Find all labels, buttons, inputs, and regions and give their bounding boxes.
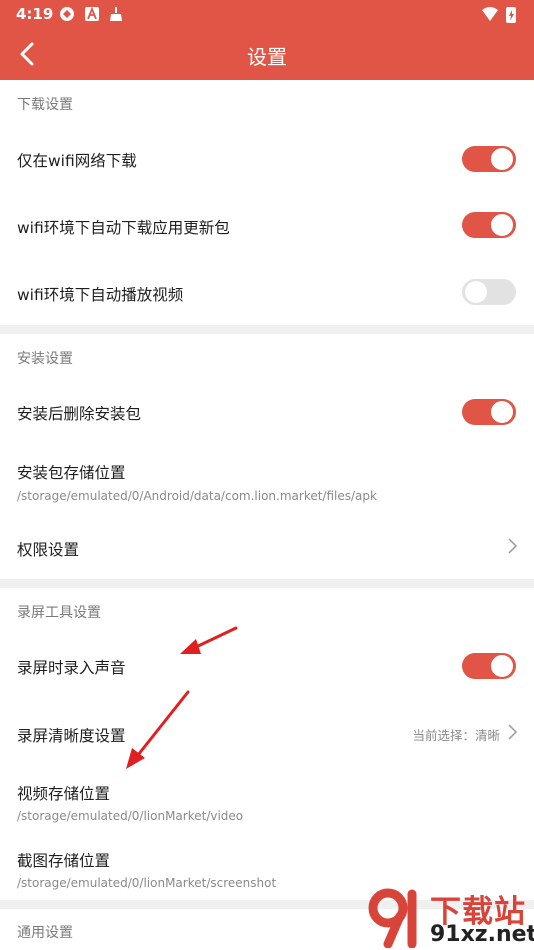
site-watermark: 下载站 91xz.net xyxy=(360,884,534,950)
toggle-switch[interactable] xyxy=(462,399,516,425)
current-selection-value: 当前选择：清晰 xyxy=(412,728,500,743)
chevron-right-icon xyxy=(508,724,518,740)
toggle-switch[interactable] xyxy=(462,212,516,238)
app-a-icon xyxy=(85,6,99,21)
section-header-record: 录屏工具设置 xyxy=(0,588,534,634)
section-header-download: 下载设置 xyxy=(0,80,534,126)
storage-path: /storage/emulated/0/lionMarket/screensho… xyxy=(17,876,277,890)
section-title: 安装设置 xyxy=(17,351,73,367)
setting-label: 录屏清晰度设置 xyxy=(17,727,126,745)
app-bar: 设置 xyxy=(0,30,534,80)
setting-auto-update-download[interactable]: wifi环境下自动下载应用更新包 xyxy=(0,192,534,258)
toggle-switch[interactable] xyxy=(462,279,516,305)
page-title: 设置 xyxy=(247,45,287,69)
section-divider xyxy=(0,325,534,334)
setting-label: wifi环境下自动下载应用更新包 xyxy=(17,219,230,237)
status-bar: 4:19 xyxy=(0,0,534,30)
wifi-battery-icon xyxy=(482,7,516,23)
setting-record-audio[interactable]: 录屏时录入声音 xyxy=(0,634,534,698)
setting-label: 安装后删除安装包 xyxy=(17,405,142,423)
storage-path: /storage/emulated/0/lionMarket/video xyxy=(17,809,244,823)
setting-label: 视频存储位置 xyxy=(17,785,111,803)
setting-label: 安装包存储位置 xyxy=(17,464,126,482)
setting-record-quality[interactable]: 录屏清晰度设置 当前选择：清晰 xyxy=(0,700,534,766)
setting-label: 截图存储位置 xyxy=(17,852,111,870)
toggle-switch[interactable] xyxy=(462,146,516,172)
section-title: 通用设置 xyxy=(17,925,73,941)
section-header-install: 安装设置 xyxy=(0,334,534,380)
setting-label: 录屏时录入声音 xyxy=(17,659,126,677)
section-title: 录屏工具设置 xyxy=(17,605,101,621)
watermark-logo-icon xyxy=(368,888,417,948)
setting-permissions[interactable]: 权限设置 xyxy=(0,518,534,578)
setting-delete-after-install[interactable]: 安装后删除安装包 xyxy=(0,380,534,444)
setting-label: 权限设置 xyxy=(17,541,80,559)
cleaner-icon xyxy=(110,7,122,21)
setting-label: wifi环境下自动播放视频 xyxy=(17,286,184,304)
setting-apk-storage-location[interactable]: 安装包存储位置 /storage/emulated/0/Android/data… xyxy=(0,444,534,518)
toggle-switch[interactable] xyxy=(462,653,516,679)
watermark-domain: 91xz.net xyxy=(430,922,534,947)
section-title: 下载设置 xyxy=(17,97,73,113)
setting-video-storage-location[interactable]: 视频存储位置 /storage/emulated/0/lionMarket/vi… xyxy=(0,766,534,834)
storage-path: /storage/emulated/0/Android/data/com.lio… xyxy=(17,489,377,503)
setting-auto-play-video[interactable]: wifi环境下自动播放视频 xyxy=(0,258,534,324)
setting-wifi-only-download[interactable]: 仅在wifi网络下载 xyxy=(0,126,534,192)
status-time: 4:19 xyxy=(16,5,54,23)
section-divider xyxy=(0,579,534,588)
sync-icon xyxy=(60,7,74,21)
chevron-right-icon xyxy=(508,538,518,554)
setting-label: 仅在wifi网络下载 xyxy=(17,152,137,170)
